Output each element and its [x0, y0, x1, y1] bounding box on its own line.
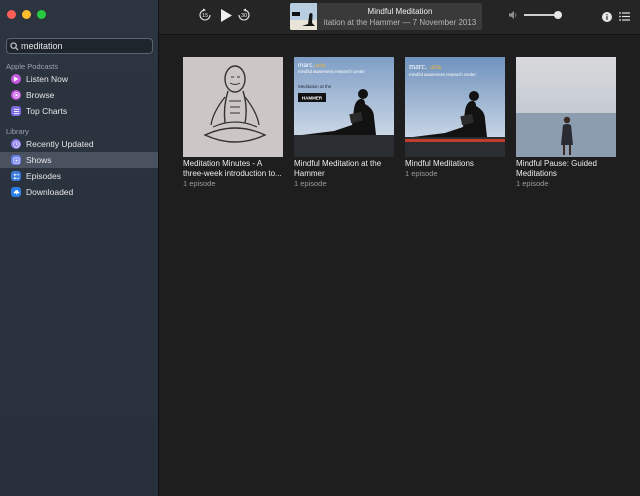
artwork-brand: marc.	[298, 62, 314, 69]
show-title[interactable]: Meditation Minutes - A three-week introd…	[183, 159, 283, 179]
volume-control[interactable]	[509, 11, 563, 19]
download-cloud-icon	[11, 187, 21, 197]
play-icon	[221, 9, 232, 22]
now-playing-artwork	[290, 3, 317, 30]
artwork-subtitle: Meditation at the	[298, 84, 332, 89]
shows-grid: Meditation Minutes - A three-week introd…	[159, 35, 640, 496]
sidebar-item-label: Top Charts	[26, 106, 68, 116]
sidebar-item-episodes[interactable]: Episodes	[0, 168, 158, 184]
sidebar: Apple Podcasts Listen Now Browse Top Cha…	[0, 0, 159, 496]
list-icon	[619, 12, 630, 21]
skip-forward-30-icon: 30	[238, 8, 250, 21]
sidebar-item-downloaded[interactable]: Downloaded	[0, 184, 158, 200]
episodes-icon	[11, 171, 21, 181]
section-title-apple-podcasts: Apple Podcasts	[6, 62, 59, 71]
artwork-org: mindful awareness research center	[409, 72, 476, 77]
info-button[interactable]	[602, 12, 612, 22]
search-input[interactable]	[21, 41, 141, 51]
show-title[interactable]: Mindful Meditation at the Hammer	[294, 159, 394, 179]
search-field[interactable]	[6, 38, 153, 54]
toolbar: 15 30 Mindful Meditation itation at the …	[159, 0, 640, 35]
show-episode-count: 1 episode	[405, 169, 438, 178]
show-artwork	[516, 57, 616, 157]
play-button[interactable]	[219, 8, 233, 23]
skip-forward-button[interactable]: 30	[237, 8, 251, 22]
sidebar-item-recently-updated[interactable]: Recently Updated	[0, 136, 158, 152]
skip-back-seconds: 15	[202, 13, 208, 19]
sidebar-item-top-charts[interactable]: Top Charts	[0, 103, 158, 119]
show-episode-count: 1 episode	[183, 179, 216, 188]
show-card[interactable]: Meditation Minutes - A three-week introd…	[183, 57, 283, 189]
artwork-badge: HAMMER	[302, 96, 323, 101]
show-title[interactable]: Mindful Pause: Guided Meditations	[516, 159, 616, 179]
show-episode-count: 1 episode	[294, 179, 327, 188]
volume-slider-knob[interactable]	[554, 11, 563, 19]
sidebar-item-label: Recently Updated	[26, 139, 94, 149]
up-next-button[interactable]	[619, 12, 630, 21]
show-artwork: marc. ucla mindful awareness research ce…	[294, 57, 394, 157]
volume-slider-fill	[524, 14, 559, 16]
maximize-window-button[interactable]	[37, 10, 46, 19]
now-playing-panel[interactable]: Mindful Meditation itation at the Hammer…	[290, 3, 482, 30]
window-controls	[7, 10, 46, 19]
section-title-library: Library	[6, 127, 29, 136]
now-playing-subtitle: itation at the Hammer — 7 November 2013	[323, 18, 477, 27]
sidebar-item-label: Downloaded	[26, 187, 74, 197]
artwork-brand: marc.	[409, 62, 427, 71]
show-artwork	[183, 57, 283, 157]
close-window-button[interactable]	[7, 10, 16, 19]
speaker-icon	[509, 11, 517, 19]
skip-back-15-icon: 15	[199, 8, 211, 21]
list-icon	[11, 106, 21, 116]
sidebar-item-shows[interactable]: Shows	[0, 152, 158, 168]
show-card[interactable]: marc. ucla mindful awareness research ce…	[294, 57, 394, 189]
skip-back-button[interactable]: 15	[198, 8, 212, 22]
show-artwork: marc. ucla mindful awareness research ce…	[405, 57, 505, 157]
volume-slider[interactable]	[524, 11, 563, 19]
show-card[interactable]: marc. ucla mindful awareness research ce…	[405, 57, 505, 179]
clock-icon	[11, 139, 21, 149]
show-title[interactable]: Mindful Meditations	[405, 159, 505, 169]
sidebar-item-label: Episodes	[26, 171, 61, 181]
artwork-brand-suffix: ucla	[430, 65, 442, 71]
play-circle-icon	[11, 74, 21, 84]
sidebar-item-listen-now[interactable]: Listen Now	[0, 71, 158, 87]
show-episode-count: 1 episode	[516, 179, 549, 188]
podcast-icon	[11, 90, 21, 100]
sidebar-item-browse[interactable]: Browse	[0, 87, 158, 103]
sidebar-item-label: Shows	[26, 155, 52, 165]
info-icon	[602, 12, 612, 22]
artwork-org: mindful awareness research center	[298, 69, 365, 74]
skip-forward-seconds: 30	[241, 13, 247, 19]
search-icon	[7, 39, 21, 53]
now-playing-title: Mindful Meditation	[367, 7, 433, 16]
sidebar-item-label: Browse	[26, 90, 55, 100]
minimize-window-button[interactable]	[22, 10, 31, 19]
show-card[interactable]: Mindful Pause: Guided Meditations 1 epis…	[516, 57, 616, 189]
shows-icon	[11, 155, 21, 165]
sidebar-item-label: Listen Now	[26, 74, 69, 84]
